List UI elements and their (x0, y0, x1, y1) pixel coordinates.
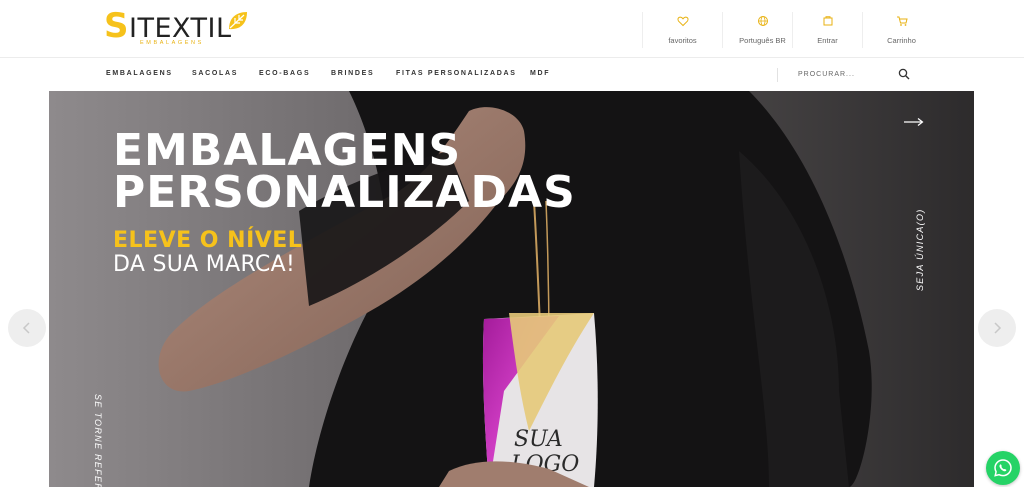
hero-subtitle-line2: DA SUA MARCA! (113, 252, 296, 277)
language-label: Português BR (739, 36, 786, 45)
header-actions: favoritos Português BR Entrar Carrinho (642, 12, 942, 48)
page: SITEXTIL EMBALAGENS favoritos Português … (0, 0, 1024, 487)
cart-label: Carrinho (887, 36, 916, 45)
hero-subtitle-line1: ELEVE O NÍVEL (113, 228, 303, 253)
language-selector[interactable]: Português BR (722, 12, 802, 48)
chevron-left-icon (22, 322, 30, 334)
globe-icon (757, 16, 768, 26)
favorites-link[interactable]: favoritos (642, 12, 722, 48)
heart-icon (676, 16, 689, 27)
chevron-right-icon (994, 322, 1002, 334)
whatsapp-button[interactable] (986, 451, 1020, 485)
carousel-prev-button[interactable] (8, 309, 46, 347)
cart-icon (896, 16, 908, 26)
favorites-label: favoritos (668, 36, 697, 45)
nav-item-sacolas[interactable]: SACOLAS (192, 70, 238, 77)
cart-link[interactable]: Carrinho (862, 12, 940, 48)
arrow-right-icon[interactable] (904, 117, 924, 127)
nav-item-fitas-personalizadas[interactable]: FITAS PERSONALIZADAS (396, 70, 517, 77)
nav-item-eco-bags[interactable]: ECO-BAGS (259, 70, 310, 77)
login-label: Entrar (817, 36, 838, 45)
brand-logo[interactable]: SITEXTIL EMBALAGENS (104, 9, 249, 49)
nav-item-embalagens[interactable]: EMBALAGENS (106, 70, 173, 77)
hero-title-line2: PERSONALIZADAS (113, 167, 576, 218)
nav-item-brindes[interactable]: BRINDES (331, 70, 374, 77)
top-header: SITEXTIL EMBALAGENS favoritos Português … (0, 0, 1024, 58)
login-link[interactable]: Entrar (792, 12, 862, 48)
nav-item-mdf[interactable]: MDF (530, 70, 550, 77)
main-nav: EMBALAGENS SACOLAS ECO-BAGS BRINDES FITA… (0, 58, 1024, 91)
user-icon (823, 16, 832, 26)
nav-divider (777, 68, 778, 82)
search-input[interactable] (798, 66, 894, 83)
bag-logo-line1: SUA (514, 427, 563, 452)
logo-subtext: EMBALAGENS (140, 40, 204, 46)
leaf-icon (229, 12, 247, 30)
hero-vertical-text-left: SE TORNE REFERÊ (93, 394, 103, 487)
hero-banner[interactable]: SUA LOGO EMBALAGENS PERSONALIZADAS ELEVE… (49, 91, 974, 487)
whatsapp-icon (994, 459, 1012, 477)
carousel-next-button[interactable] (978, 309, 1016, 347)
search-icon[interactable] (898, 68, 910, 80)
hero-vertical-text-right: SEJA ÚNICA(O) (915, 208, 925, 291)
logo-initial: S (104, 6, 129, 46)
